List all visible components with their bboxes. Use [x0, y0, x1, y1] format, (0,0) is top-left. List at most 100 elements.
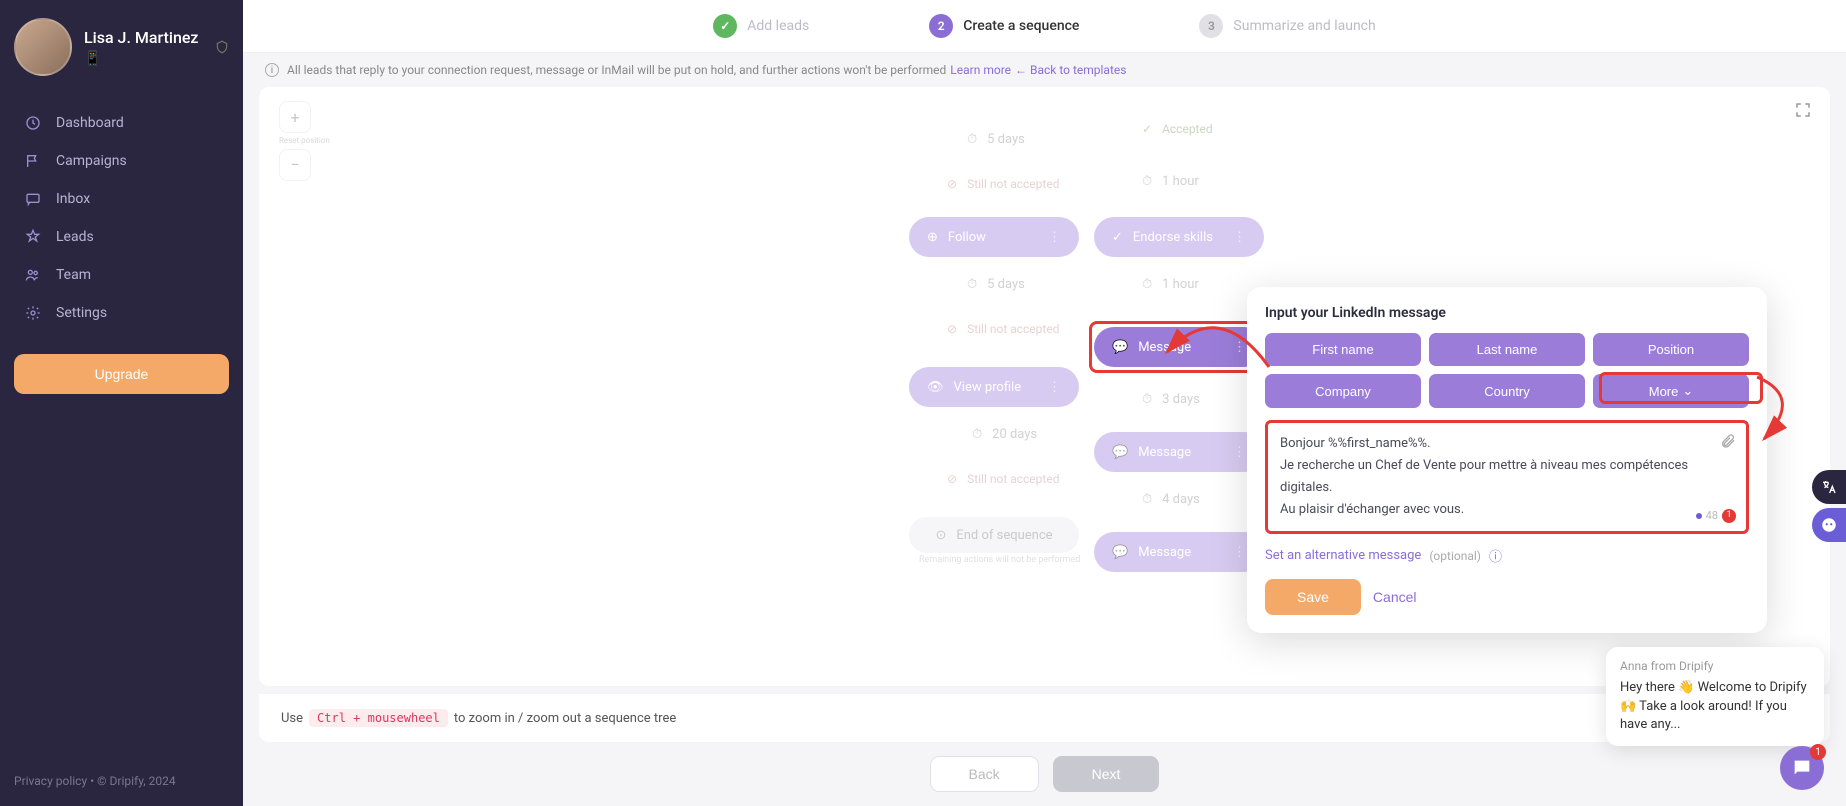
chat-message: Hey there 👋 Welcome to Dripify 🙌 Take a … — [1620, 679, 1810, 734]
copyright: © Dripify, 2024 — [97, 774, 175, 788]
nav-dashboard[interactable]: Dashboard — [8, 104, 235, 142]
info-text: All leads that reply to your connection … — [287, 63, 946, 77]
message-icon — [24, 190, 42, 208]
message-line: Bonjour %%first_name%%. — [1280, 433, 1734, 455]
reset-position[interactable]: Reset position — [279, 137, 330, 146]
delay-node[interactable]: ⏱3 days — [1124, 387, 1218, 411]
assistant-icon[interactable] — [1812, 508, 1846, 542]
profile-block[interactable]: Lisa J. Martinez 📱 — [0, 0, 243, 94]
status-not-accepted: ⊘ Still not accepted — [929, 322, 1077, 336]
clock-icon — [24, 114, 42, 132]
users-icon — [24, 266, 42, 284]
status-accepted: ✓ Accepted — [1124, 122, 1231, 136]
follow-node[interactable]: ⊕Follow⋮ — [909, 217, 1079, 257]
var-last-name[interactable]: Last name — [1429, 333, 1585, 366]
attachment-icon[interactable] — [1720, 433, 1736, 449]
profile-sub: 📱 — [84, 51, 198, 67]
flag-icon — [24, 152, 42, 170]
star-icon — [24, 228, 42, 246]
nav-label: Leads — [56, 229, 94, 245]
nav: Dashboard Campaigns Inbox Leads Team Set… — [0, 94, 243, 342]
message-node-3[interactable]: 💬Message⋮ — [1094, 532, 1264, 572]
step-create-sequence[interactable]: 2 Create a sequence — [929, 14, 1079, 38]
profile-name: Lisa J. Martinez — [84, 28, 198, 47]
step-summarize[interactable]: 3 Summarize and launch — [1199, 14, 1375, 38]
delay-node[interactable]: ⏱20 days — [954, 422, 1055, 446]
popup-actions: Save Cancel — [1265, 579, 1749, 615]
message-textarea[interactable]: Bonjour %%first_name%%. Je recherche un … — [1265, 420, 1749, 534]
translate-icon[interactable] — [1812, 470, 1846, 504]
var-position[interactable]: Position — [1593, 333, 1749, 366]
message-node-2[interactable]: 💬Message⋮ — [1094, 432, 1264, 472]
delay-node[interactable]: ⏱4 days — [1124, 487, 1218, 511]
var-more[interactable]: More ⌄ — [1593, 374, 1749, 408]
check-icon: ✓ — [713, 14, 737, 38]
stepper: ✓ Add leads 2 Create a sequence 3 Summar… — [243, 0, 1846, 53]
step-add-leads[interactable]: ✓ Add leads — [713, 14, 809, 38]
delay-node[interactable]: ⏱5 days — [949, 127, 1043, 151]
float-buttons — [1812, 470, 1846, 546]
char-counter: 481 — [1696, 507, 1736, 526]
set-alt-message-link[interactable]: Set an alternative message — [1265, 548, 1421, 563]
sequence-canvas[interactable]: + Reset position − ⏱5 days ⊘ Still not a… — [259, 87, 1830, 686]
chat-launcher[interactable]: 1 — [1780, 746, 1824, 790]
info-bar: i All leads that reply to your connectio… — [243, 53, 1846, 87]
zoom-controls: + Reset position − — [279, 101, 330, 185]
back-to-templates-link[interactable]: ← Back to templates — [1015, 63, 1126, 77]
avatar — [14, 18, 72, 76]
info-icon: i — [265, 63, 279, 77]
shield-icon — [215, 40, 229, 54]
sidebar-footer: Privacy policy • © Dripify, 2024 — [0, 756, 243, 806]
nav-settings[interactable]: Settings — [8, 294, 235, 332]
next-button[interactable]: Next — [1053, 756, 1160, 792]
bottom-nav: Back Next — [243, 742, 1846, 806]
status-not-accepted: ⊘ Still not accepted — [929, 177, 1077, 191]
end-subtext: Remaining actions will not be performed — [919, 555, 1080, 565]
end-node[interactable]: ⊙ End of sequence — [909, 517, 1079, 553]
message-editor-popup: Input your LinkedIn message First name L… — [1247, 287, 1767, 633]
endorse-node[interactable]: ✓Endorse skills⋮ — [1094, 217, 1264, 257]
var-company[interactable]: Company — [1265, 374, 1421, 408]
chevron-down-icon: ⌄ — [1682, 383, 1693, 399]
nav-campaigns[interactable]: Campaigns — [8, 142, 235, 180]
nav-team[interactable]: Team — [8, 256, 235, 294]
chat-bubble[interactable]: Anna from Dripify Hey there 👋 Welcome to… — [1606, 647, 1824, 746]
popup-title: Input your LinkedIn message — [1265, 305, 1749, 321]
message-node[interactable]: 💬Message⋮ — [1094, 327, 1264, 367]
step-number: 3 — [1199, 14, 1223, 38]
nav-leads[interactable]: Leads — [8, 218, 235, 256]
privacy-link[interactable]: Privacy policy — [14, 774, 87, 788]
alternative-message-row: Set an alternative message (optional) ⓘ — [1265, 546, 1749, 565]
nav-inbox[interactable]: Inbox — [8, 180, 235, 218]
variable-buttons: First name Last name Position Company Co… — [1265, 333, 1749, 408]
learn-more-link[interactable]: Learn more — [950, 63, 1011, 77]
nav-label: Campaigns — [56, 153, 127, 169]
zoom-hint: Use Ctrl + mousewheel to zoom in / zoom … — [259, 694, 1830, 742]
message-line: Je recherche un Chef de Vente pour mettr… — [1280, 455, 1734, 499]
message-line: Au plaisir d'échanger avec vous. — [1280, 499, 1734, 521]
keyboard-hint: Ctrl + mousewheel — [309, 709, 448, 727]
zoom-in-button[interactable]: + — [279, 101, 311, 133]
delay-node[interactable]: ⏱5 days — [949, 272, 1043, 296]
optional-label: (optional) — [1429, 549, 1481, 563]
nav-label: Inbox — [56, 191, 90, 207]
cancel-button[interactable]: Cancel — [1373, 579, 1417, 615]
view-profile-node[interactable]: 👁View profile⋮ — [909, 367, 1079, 407]
nav-label: Team — [56, 267, 91, 283]
var-first-name[interactable]: First name — [1265, 333, 1421, 366]
chat-from: Anna from Dripify — [1620, 659, 1810, 673]
step-number: 2 — [929, 14, 953, 38]
info-icon[interactable]: ⓘ — [1489, 546, 1502, 565]
delay-node[interactable]: ⏱1 hour — [1124, 169, 1217, 193]
back-button[interactable]: Back — [930, 756, 1039, 792]
fullscreen-icon[interactable] — [1794, 101, 1812, 119]
sidebar: Lisa J. Martinez 📱 Dashboard Campaigns I… — [0, 0, 243, 806]
var-country[interactable]: Country — [1429, 374, 1585, 408]
upgrade-button[interactable]: Upgrade — [14, 354, 229, 394]
nav-label: Dashboard — [56, 115, 124, 131]
status-not-accepted: ⊘ Still not accepted — [929, 472, 1077, 486]
zoom-out-button[interactable]: − — [279, 149, 311, 181]
nav-label: Settings — [56, 305, 107, 321]
delay-node[interactable]: ⏱1 hour — [1124, 272, 1217, 296]
save-button[interactable]: Save — [1265, 579, 1361, 615]
